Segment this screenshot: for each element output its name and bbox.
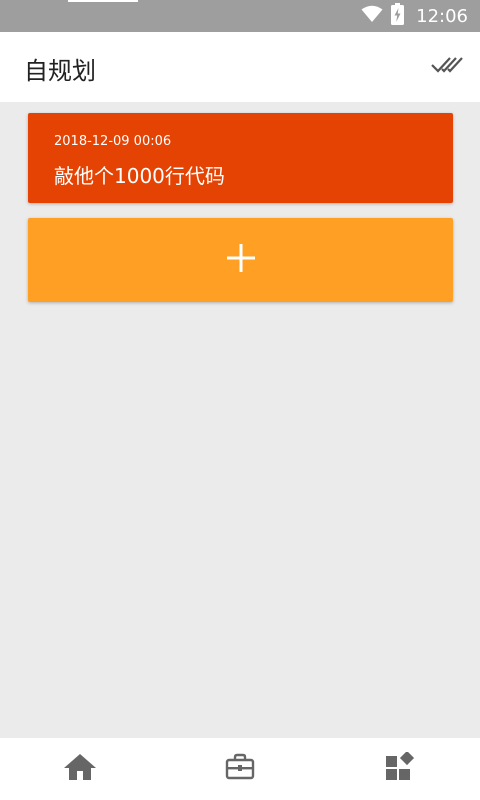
task-card[interactable]: 2018-12-09 00:06 敲他个1000行代码 <box>28 113 453 203</box>
add-task-button[interactable] <box>28 218 453 302</box>
plus-icon <box>226 243 256 277</box>
double-check-icon <box>431 55 465 79</box>
wifi-icon <box>361 5 383 27</box>
page-title: 自规划 <box>24 57 96 85</box>
task-title: 敲他个1000行代码 <box>54 164 225 188</box>
status-bar-right: 12:06 <box>361 0 468 32</box>
status-bar-accent <box>68 0 138 2</box>
nav-home-tab[interactable] <box>50 738 110 800</box>
bottom-nav <box>0 738 480 800</box>
briefcase-icon <box>225 753 255 785</box>
app-bar: 自规划 <box>0 32 480 102</box>
widgets-icon <box>385 750 415 786</box>
battery-charging-icon <box>391 3 405 29</box>
home-icon <box>63 752 97 786</box>
mark-all-done-button[interactable] <box>430 51 466 83</box>
nav-work-tab[interactable] <box>210 738 270 800</box>
task-time: 2018-12-09 00:06 <box>54 134 172 149</box>
status-bar: 12:06 <box>0 0 480 32</box>
status-time: 12:06 <box>416 5 468 27</box>
nav-widgets-tab[interactable] <box>370 738 430 800</box>
task-list: 2018-12-09 00:06 敲他个1000行代码 <box>0 102 480 738</box>
